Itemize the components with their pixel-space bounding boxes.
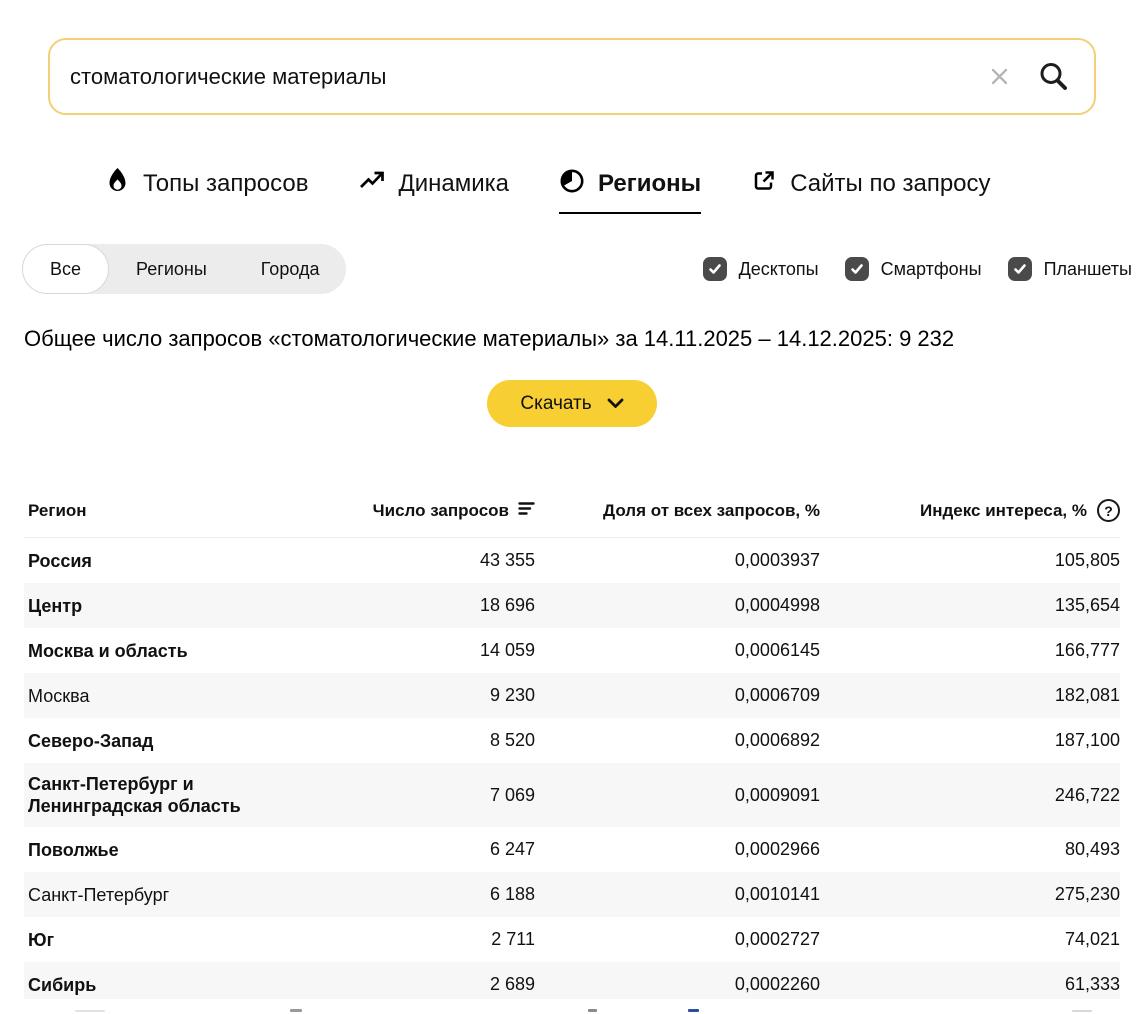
queries-count: 18 696: [289, 595, 535, 616]
checkbox-desktops[interactable]: Десктопы: [703, 257, 819, 281]
download-area: Скачать: [0, 380, 1144, 427]
interest-index: 74,021: [820, 929, 1120, 950]
region-name: Поволжье: [28, 839, 119, 861]
download-button[interactable]: Скачать: [487, 380, 656, 427]
table-row: Юг 2 711 0,0002727 74,021: [24, 917, 1120, 962]
checkbox-smartphones[interactable]: Смартфоны: [845, 257, 982, 281]
table-row: Санкт-Петербург и Ленинградская область …: [24, 763, 1120, 827]
region-name: Москва и область: [28, 640, 188, 662]
interest-index: 182,081: [820, 685, 1120, 706]
interest-index: 275,230: [820, 884, 1120, 905]
tab-bar: Топы запросов Динамика Регионы: [105, 167, 1144, 214]
interest-index: 105,805: [820, 550, 1120, 571]
queries-count: 6 188: [289, 884, 535, 905]
table-row: Центр 18 696 0,0004998 135,654: [24, 583, 1120, 628]
checkbox-tablets[interactable]: Планшеты: [1008, 257, 1132, 281]
header-region: Регион: [28, 501, 289, 521]
queries-count: 14 059: [289, 640, 535, 661]
share-percent: 0,0002260: [535, 974, 820, 995]
region-name: Северо-Запад: [28, 730, 153, 752]
region-name: Россия: [28, 550, 92, 572]
checkbox-label: Смартфоны: [881, 259, 982, 280]
queries-count: 2 711: [289, 929, 535, 950]
table-body: Россия 43 355 0,0003937 105,805 Центр 18…: [24, 538, 1120, 1007]
region-name: Центр: [28, 595, 82, 617]
queries-count: 6 247: [289, 839, 535, 860]
table-row: Поволжье 6 247 0,0002966 80,493: [24, 827, 1120, 872]
wordstat-regions-page: Топы запросов Динамика Регионы: [0, 0, 1144, 1014]
checkbox-checked-icon: [1008, 257, 1032, 281]
share-percent: 0,0006892: [535, 730, 820, 751]
external-link-icon: [751, 168, 777, 201]
trend-up-icon: [358, 167, 385, 201]
queries-count: 7 069: [289, 785, 535, 806]
interest-index: 135,654: [820, 595, 1120, 616]
table-row: Москва 9 230 0,0006709 182,081: [24, 673, 1120, 718]
queries-count: 9 230: [289, 685, 535, 706]
tab-top-queries[interactable]: Топы запросов: [105, 167, 308, 214]
table-row: Санкт-Петербург 6 188 0,0010141 275,230: [24, 872, 1120, 917]
interest-index: 61,333: [820, 974, 1120, 995]
share-percent: 0,0002727: [535, 929, 820, 950]
header-index-label: Индекс интереса, %: [920, 501, 1087, 521]
flame-icon: [105, 167, 130, 201]
table-row: Россия 43 355 0,0003937 105,805: [24, 538, 1120, 583]
search-icon[interactable]: [1037, 60, 1070, 93]
sort-descending-icon: [518, 501, 535, 521]
table-header: Регион Число запросов Доля от всех запро…: [24, 499, 1120, 538]
interest-index: 187,100: [820, 730, 1120, 751]
share-percent: 0,0009091: [535, 785, 820, 806]
header-share: Доля от всех запросов, %: [535, 501, 820, 521]
checkbox-label: Десктопы: [739, 259, 819, 280]
checkbox-checked-icon: [703, 257, 727, 281]
interest-index: 246,722: [820, 785, 1120, 806]
search-box: [48, 38, 1096, 115]
tab-label: Сайты по запросу: [790, 170, 990, 198]
tab-sites-by-query[interactable]: Сайты по запросу: [751, 167, 990, 214]
search-input[interactable]: [70, 64, 986, 90]
share-percent: 0,0006709: [535, 685, 820, 706]
region-name: Юг: [28, 929, 54, 951]
tab-label: Регионы: [598, 170, 701, 198]
question-mark-icon[interactable]: ?: [1097, 499, 1120, 522]
chevron-down-icon: [607, 393, 624, 415]
table-row: Северо-Запад 8 520 0,0006892 187,100: [24, 718, 1120, 763]
regions-table: Регион Число запросов Доля от всех запро…: [24, 499, 1120, 1007]
globe-icon: [559, 168, 585, 201]
tab-regions[interactable]: Регионы: [559, 167, 701, 214]
interest-index: 80,493: [820, 839, 1120, 860]
tab-label: Топы запросов: [143, 170, 308, 198]
checkbox-label: Планшеты: [1044, 259, 1132, 280]
filters-row: Все Регионы Города Десктопы Смартфо: [22, 244, 1132, 294]
queries-count: 43 355: [289, 550, 535, 571]
share-percent: 0,0003937: [535, 550, 820, 571]
device-filters: Десктопы Смартфоны Планшеты: [703, 257, 1132, 281]
share-percent: 0,0006145: [535, 640, 820, 661]
queries-count: 8 520: [289, 730, 535, 751]
region-name: Санкт-Петербург: [28, 884, 169, 906]
region-name: Санкт-Петербург и Ленинградская область: [28, 773, 278, 817]
total-queries-summary: Общее число запросов «стоматологические …: [24, 326, 1120, 352]
download-label: Скачать: [520, 393, 591, 415]
segment-all[interactable]: Все: [22, 244, 109, 294]
header-queries-label: Число запросов: [373, 501, 509, 521]
region-name: Москва: [28, 685, 89, 707]
share-percent: 0,0004998: [535, 595, 820, 616]
clear-icon[interactable]: [986, 63, 1013, 90]
tab-dynamics[interactable]: Динамика: [358, 167, 509, 214]
segment-regions[interactable]: Регионы: [109, 244, 234, 294]
region-name: Сибирь: [28, 974, 96, 996]
share-percent: 0,0010141: [535, 884, 820, 905]
checkbox-checked-icon: [845, 257, 869, 281]
segment-cities[interactable]: Города: [234, 244, 347, 294]
scope-segmented-control: Все Регионы Города: [22, 244, 346, 294]
queries-count: 2 689: [289, 974, 535, 995]
cut-off-next-line: [0, 999, 1144, 1014]
table-row: Москва и область 14 059 0,0006145 166,77…: [24, 628, 1120, 673]
share-percent: 0,0002966: [535, 839, 820, 860]
header-interest-index: Индекс интереса, % ?: [820, 499, 1120, 522]
header-queries-sortable[interactable]: Число запросов: [289, 501, 535, 521]
tab-label: Динамика: [398, 170, 509, 198]
interest-index: 166,777: [820, 640, 1120, 661]
